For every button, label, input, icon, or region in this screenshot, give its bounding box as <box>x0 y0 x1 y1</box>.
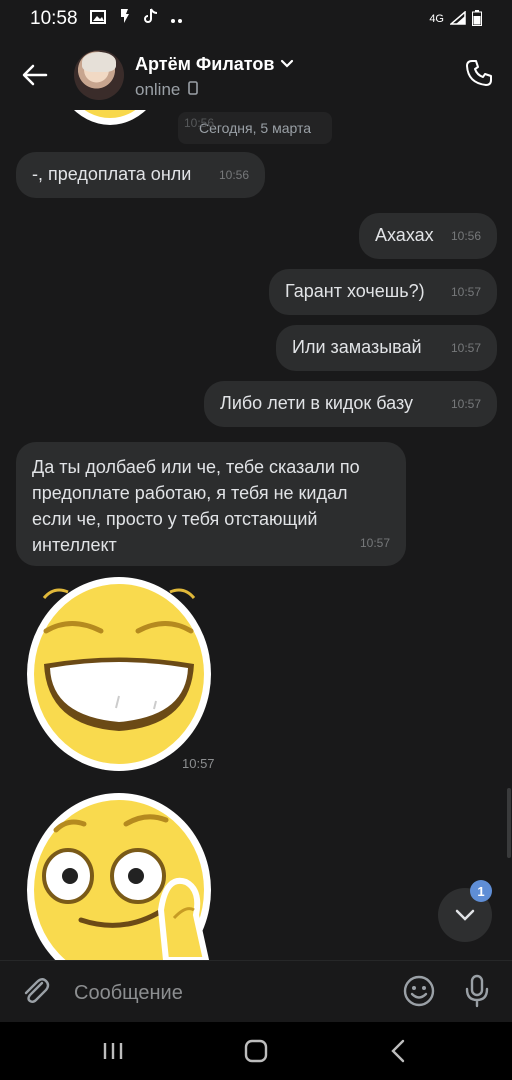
message-text: Гарант хочешь?) <box>285 281 425 301</box>
contact-name-row[interactable]: Артём Филатов <box>135 54 294 75</box>
microphone-icon[interactable] <box>462 974 492 1008</box>
message-time: 10:57 <box>450 285 481 299</box>
message-time: 10:57 <box>450 341 481 355</box>
message-composer <box>0 960 512 1022</box>
back-icon[interactable] <box>384 1036 414 1066</box>
message-bubble-outgoing[interactable]: Гарант хочешь?) 10:57 <box>269 269 497 315</box>
status-bar: 10:58 4G <box>0 0 512 38</box>
paperclip-icon[interactable] <box>20 975 52 1007</box>
home-icon[interactable] <box>241 1036 271 1066</box>
date-ghost-time: 10:56 <box>184 116 215 130</box>
message-time: 10:57 <box>450 397 481 411</box>
contact-status-row: online <box>135 80 199 100</box>
more-dots-icon <box>170 8 184 30</box>
grinning-sticker[interactable] <box>26 576 212 772</box>
sticker-time: 10:57 <box>182 756 215 771</box>
message-text: -, предоплата онли <box>32 164 192 184</box>
system-nav-bar <box>0 1022 512 1080</box>
thumb-chin-sticker[interactable] <box>26 790 216 960</box>
chevron-down-icon <box>280 56 294 74</box>
message-time: 10:56 <box>450 229 481 243</box>
message-bubble-incoming[interactable]: Да ты долбаеб или че, тебе сказали по пр… <box>16 442 406 566</box>
network-type: 4G <box>429 13 444 25</box>
chevron-down-icon <box>455 909 475 921</box>
chat-header: Артём Филатов online <box>0 38 512 110</box>
partial-sticker <box>74 110 146 125</box>
message-text: Ахахах <box>375 225 434 245</box>
date-label: Сегодня, 5 марта <box>198 120 312 136</box>
message-list[interactable]: 10:56 Сегодня, 5 марта -, предоплата онл… <box>0 110 512 960</box>
message-bubble-incoming[interactable]: -, предоплата онли 10:56 <box>16 152 265 198</box>
phone-device-icon <box>188 80 199 100</box>
battery-icon <box>472 9 482 29</box>
message-text: Или замазывай <box>292 337 422 357</box>
tiktok-icon <box>143 8 158 30</box>
message-time: 10:57 <box>359 536 390 550</box>
scrollbar[interactable] <box>507 788 511 858</box>
message-text: Либо лети в кидок базу <box>220 393 414 413</box>
bolt-icon <box>118 8 132 30</box>
gallery-icon <box>89 8 106 30</box>
contact-name: Артём Филатов <box>135 54 275 74</box>
date-separator: 10:56 Сегодня, 5 марта <box>178 112 332 144</box>
contact-status: online <box>135 80 181 99</box>
message-bubble-outgoing[interactable]: Либо лети в кидок базу 10:57 <box>204 381 497 427</box>
call-icon[interactable] <box>464 58 494 88</box>
message-time: 10:56 <box>218 168 249 182</box>
message-text: Да ты долбаеб или че, тебе сказали по пр… <box>32 457 360 555</box>
status-time: 10:58 <box>30 8 78 29</box>
recents-icon[interactable] <box>98 1036 128 1066</box>
emoji-icon[interactable] <box>402 974 436 1008</box>
message-bubble-outgoing[interactable]: Или замазывай 10:57 <box>276 325 497 371</box>
message-bubble-outgoing[interactable]: Ахахах 10:56 <box>359 213 497 259</box>
avatar[interactable] <box>74 50 124 100</box>
signal-icon <box>448 9 466 28</box>
back-arrow-icon[interactable] <box>20 60 50 90</box>
message-input[interactable] <box>72 975 396 1011</box>
unread-badge: 1 <box>470 880 492 902</box>
